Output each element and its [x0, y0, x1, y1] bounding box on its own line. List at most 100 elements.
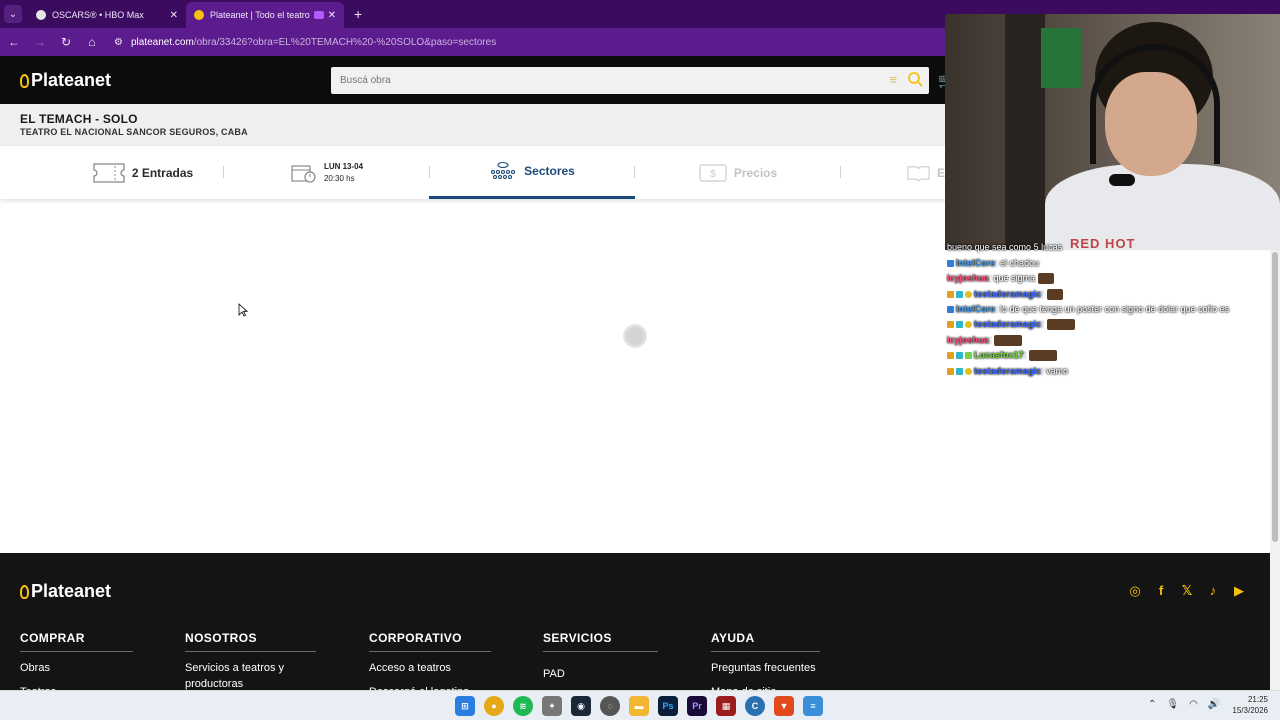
reload-icon[interactable]: ↻ — [54, 35, 78, 49]
filter-icon[interactable]: ≡ — [889, 72, 897, 87]
chat-user: tostadoramagic — [974, 366, 1042, 376]
footer-link[interactable]: Obras — [20, 660, 133, 676]
tab-close-icon[interactable]: ✕ — [170, 10, 178, 21]
volume-icon[interactable]: 🔊 — [1208, 699, 1220, 710]
chat-text: : — [1041, 289, 1044, 299]
emote-icon — [1046, 289, 1063, 301]
obs-icon[interactable]: ◌ — [600, 696, 620, 716]
footer-logo[interactable]: Plateanet — [20, 581, 111, 602]
home-icon[interactable]: ⌂ — [80, 35, 104, 49]
chat-message: icyjoshua: — [947, 335, 1023, 347]
chat-user: icyjoshua — [947, 273, 989, 283]
spotify-icon[interactable]: ≋ — [513, 696, 533, 716]
search-input[interactable] — [340, 75, 860, 86]
chat-user: Lucasfox17 — [974, 350, 1024, 360]
instagram-icon[interactable]: ◎ — [1128, 583, 1142, 599]
badge-icon — [956, 368, 963, 376]
plateanet-logo[interactable]: Plateanet — [20, 70, 111, 91]
taskbar-apps: ⊞ ● ≋ ✦ ◉ ◌ ▬ Ps Pr ▦ C ▼ ≡ — [455, 696, 823, 716]
chat-message: IntelCore: lo de que tenga un poster con… — [947, 304, 1229, 314]
footer-link[interactable]: Servicios a teatros y productoras — [185, 660, 316, 692]
facebook-icon[interactable]: f — [1154, 583, 1168, 599]
tab-plateanet[interactable]: Plateanet | Todo el teatro p ✕ — [186, 2, 344, 28]
notepad-icon[interactable]: ≡ — [803, 696, 823, 716]
webcam-shelf — [1005, 14, 1045, 250]
site-info-icon[interactable]: ⚙ — [114, 37, 123, 48]
show-title: EL TEMACH - SOLO — [20, 112, 138, 126]
tab-search-button[interactable]: ⌄ — [4, 5, 22, 23]
clock-time: 21:25 — [1247, 695, 1268, 704]
taskbar-clock[interactable]: 21:25 15/3/2026 — [1228, 694, 1268, 716]
social-links: ◎ f 𝕏 ♪ ▶ — [1128, 583, 1246, 599]
wifi-icon[interactable]: ◠ — [1189, 699, 1198, 710]
chat-message: bueno que sea como 5 lucas — [947, 242, 1062, 252]
badge-icon — [956, 321, 963, 329]
chevron-up-icon[interactable]: ⌃ — [1148, 699, 1156, 710]
logo-text: Plateanet — [31, 581, 112, 601]
chat-user: IntelCore — [956, 304, 996, 314]
emote-icon — [994, 335, 1023, 347]
mouse-cursor-icon — [238, 303, 248, 317]
brave-icon[interactable]: ▼ — [774, 696, 794, 716]
search-icon[interactable] — [907, 71, 923, 87]
logo-pin-icon — [20, 73, 29, 88]
app-icon[interactable]: ✦ — [542, 696, 562, 716]
youtube-icon[interactable]: ▶ — [1232, 583, 1246, 599]
scrollbar-thumb[interactable] — [1272, 252, 1278, 542]
step-sectores[interactable]: Sectores — [429, 146, 635, 199]
url-field[interactable]: ⚙ plateanet.com/obra/33426?obra=EL%20TEM… — [114, 37, 496, 48]
steam-icon[interactable]: ◉ — [571, 696, 591, 716]
chat-user: tostadoramagic — [974, 289, 1042, 299]
price-tag-icon: $ — [699, 163, 727, 182]
crown-badge-icon — [947, 321, 954, 329]
show-venue: TEATRO EL NACIONAL SANCOR SEGUROS, CABA — [20, 127, 248, 137]
badge-icon — [956, 352, 963, 360]
crown-badge-icon — [947, 368, 954, 376]
hbo-favicon-icon — [36, 10, 46, 20]
step-fecha[interactable]: LUN 13-04 20:30 hs — [224, 146, 430, 199]
crown-badge-icon — [947, 291, 954, 299]
date-day: LUN 13-04 — [323, 161, 364, 171]
chat-text: : vamo — [1041, 366, 1069, 376]
footer-link[interactable]: Acceso a teatros — [369, 660, 491, 676]
chat-text: : — [1023, 350, 1027, 360]
step-label: E — [936, 165, 945, 180]
forward-arrow-icon[interactable]: → — [28, 35, 52, 49]
step-label: 2 Entradas — [131, 165, 194, 180]
photoshop-icon[interactable]: Ps — [658, 696, 678, 716]
app-c-icon[interactable]: C — [745, 696, 765, 716]
app-red-icon[interactable]: ▦ — [716, 696, 736, 716]
windows-start-icon[interactable]: ⊞ — [455, 696, 475, 716]
webcam-overlay: RED HOT — [945, 14, 1280, 250]
badge-icon — [947, 260, 954, 268]
page-scrollbar[interactable] — [1270, 250, 1280, 690]
premiere-icon[interactable]: Pr — [687, 696, 707, 716]
system-tray: ⌃ 🎙 ◠ 🔊 — [1148, 699, 1220, 710]
chat-message: Lucasfox17: — [947, 350, 1058, 362]
tiktok-icon[interactable]: ♪ — [1206, 583, 1220, 599]
footer-col-servicios: SERVICIOS PAD — [543, 631, 658, 682]
microphone-tray-icon[interactable]: 🎙 — [1166, 699, 1179, 710]
step-date: LUN 13-04 20:30 hs — [324, 161, 363, 185]
site-footer: Plateanet ◎ f 𝕏 ♪ ▶ COMPRAR Obras Teatro… — [0, 553, 1280, 698]
footer-link[interactable]: Preguntas frecuentes — [711, 660, 820, 676]
chat-user: IntelCore — [956, 258, 996, 268]
x-twitter-icon[interactable]: 𝕏 — [1180, 583, 1194, 599]
chat-message: tostadoramagic: — [947, 319, 1075, 331]
chrome-icon[interactable]: ● — [484, 696, 504, 716]
stream-chat: bueno que sea como 5 lucas IntelCore: el… — [945, 242, 1280, 382]
step-label: Sectores — [524, 164, 575, 178]
back-arrow-icon[interactable]: ← — [2, 35, 26, 49]
microphone-icon — [1109, 174, 1135, 186]
book-icon — [907, 165, 930, 182]
tab-close-icon[interactable]: ✕ — [328, 10, 336, 21]
tab-oscars[interactable]: OSCARS® • HBO Max ✕ — [28, 2, 186, 28]
new-tab-button[interactable]: + — [354, 6, 362, 22]
chat-message: icyjoshua: que sigma — [947, 273, 1055, 285]
footer-link[interactable]: PAD — [543, 666, 658, 682]
coin-badge-icon — [965, 321, 972, 329]
emote-icon — [1046, 319, 1075, 331]
step-entradas[interactable]: 2 Entradas — [40, 146, 246, 199]
chat-user: icyjoshua — [947, 335, 989, 345]
folder-icon[interactable]: ▬ — [629, 696, 649, 716]
